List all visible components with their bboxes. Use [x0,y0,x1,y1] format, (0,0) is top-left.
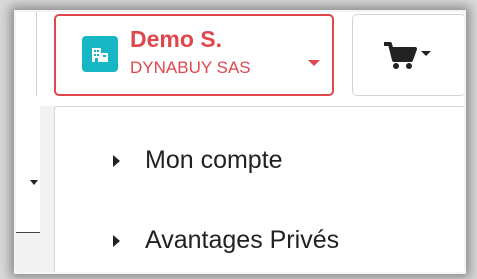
caret-right-icon [113,235,120,247]
navbar: Demo S. DYNABUY SAS [14,10,466,106]
screenshot-frame: Demo S. DYNABUY SAS Mon compte Avantages… [14,10,466,274]
menu-item-label: Mon compte [145,146,283,174]
left-select-field[interactable] [14,106,40,233]
cart-button[interactable] [352,14,466,96]
shopping-cart-icon [384,42,417,69]
menu-item-label: Avantages Privés [145,226,340,254]
select-caret-icon [30,180,38,185]
navbar-left-element[interactable] [14,10,37,96]
building-icon [82,36,118,72]
account-menu-button[interactable]: Demo S. DYNABUY SAS [54,14,334,96]
menu-item-avantages-prives[interactable]: Avantages Privés [55,217,465,265]
account-name: Demo S. [130,26,223,52]
caret-right-icon [113,155,120,167]
account-dropdown-menu: Mon compte Avantages Privés [54,106,466,274]
menu-item-mon-compte[interactable]: Mon compte [55,137,465,185]
cart-chevron-down-icon [421,51,431,56]
account-company: DYNABUY SAS [130,58,251,77]
chevron-down-icon [308,60,320,66]
